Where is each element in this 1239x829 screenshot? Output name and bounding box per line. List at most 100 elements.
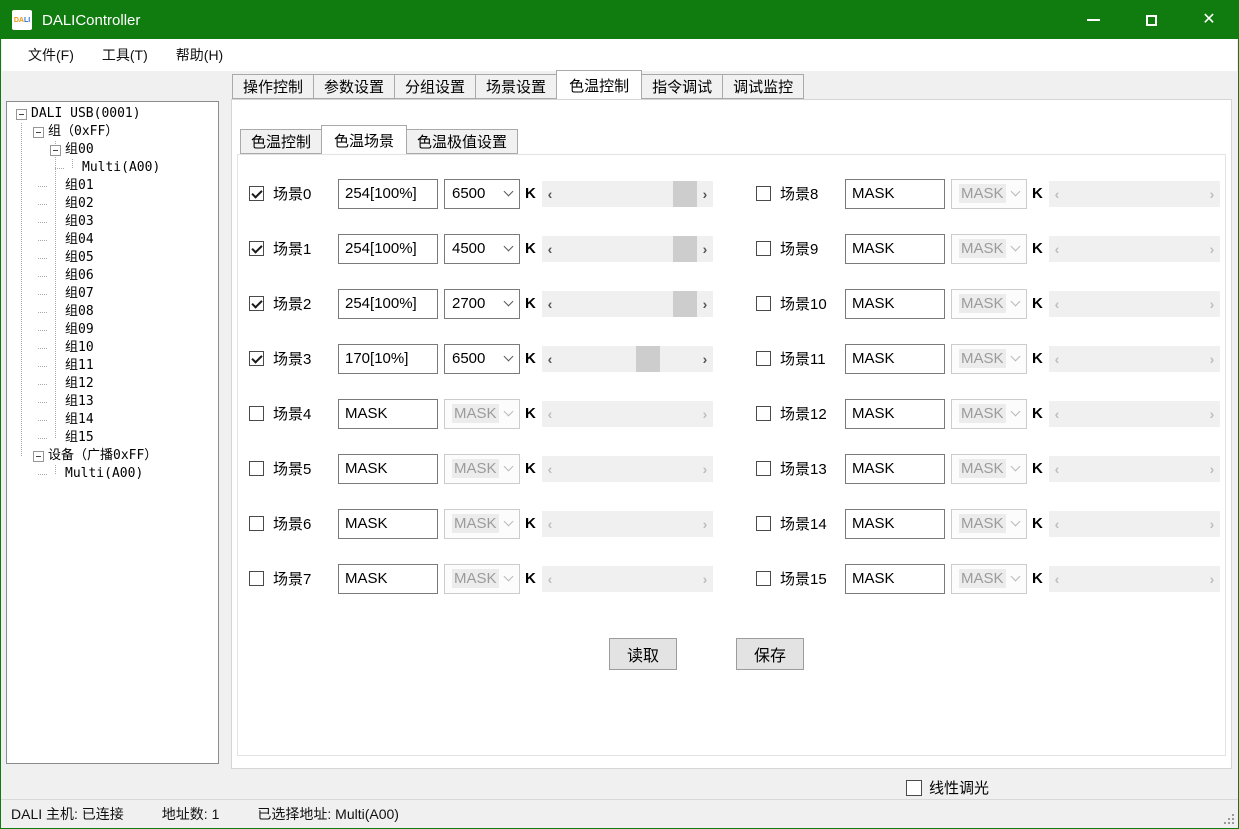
tab-operation-control[interactable]: 操作控制 — [232, 74, 314, 99]
scene-level-input[interactable] — [845, 289, 945, 319]
tree-item[interactable]: Multi(A00) — [7, 159, 218, 177]
scene-temp-dropdown[interactable]: MASK — [951, 179, 1027, 209]
menu-tools[interactable]: 工具(T) — [88, 40, 162, 70]
tree-item[interactable]: 组04 — [7, 231, 218, 249]
tree-item[interactable]: DALI USB(0001) — [7, 105, 218, 123]
scroll-right-icon[interactable]: › — [1204, 181, 1220, 207]
scroll-right-icon[interactable]: › — [1204, 456, 1220, 482]
scene-temp-dropdown[interactable]: MASK — [951, 454, 1027, 484]
scroll-right-icon[interactable]: › — [697, 291, 713, 317]
scroll-left-icon[interactable]: ‹ — [542, 236, 558, 262]
tab-color-temp-extremes[interactable]: 色温极值设置 — [406, 129, 518, 154]
tree-item[interactable]: 组12 — [7, 375, 218, 393]
scene-scrollbar[interactable]: ‹› — [542, 401, 713, 427]
scroll-right-icon[interactable]: › — [697, 566, 713, 592]
scene-level-input[interactable] — [338, 454, 438, 484]
scroll-right-icon[interactable]: › — [697, 181, 713, 207]
scroll-left-icon[interactable]: ‹ — [542, 456, 558, 482]
scroll-left-icon[interactable]: ‹ — [1049, 566, 1065, 592]
tab-grouping-settings[interactable]: 分组设置 — [394, 74, 476, 99]
scene-level-input[interactable] — [845, 234, 945, 264]
minimize-button[interactable] — [1064, 1, 1122, 39]
scene-level-input[interactable] — [845, 399, 945, 429]
resize-grip[interactable] — [1222, 812, 1234, 824]
scene-checkbox[interactable] — [756, 571, 771, 586]
save-button[interactable]: 保存 — [736, 638, 804, 670]
scene-scrollbar[interactable]: ‹› — [1049, 236, 1220, 262]
scrollbar-thumb[interactable] — [673, 181, 697, 207]
scene-checkbox[interactable] — [249, 516, 264, 531]
scroll-left-icon[interactable]: ‹ — [542, 511, 558, 537]
scroll-right-icon[interactable]: › — [1204, 401, 1220, 427]
scene-level-input[interactable] — [845, 454, 945, 484]
scroll-right-icon[interactable]: › — [697, 236, 713, 262]
scene-scrollbar[interactable]: ‹› — [1049, 291, 1220, 317]
scene-level-input[interactable] — [845, 509, 945, 539]
scene-temp-dropdown[interactable]: MASK — [951, 234, 1027, 264]
tab-parameter-settings[interactable]: 参数设置 — [313, 74, 395, 99]
maximize-button[interactable] — [1122, 1, 1180, 39]
scene-checkbox[interactable] — [249, 461, 264, 476]
scene-level-input[interactable] — [845, 564, 945, 594]
scene-checkbox[interactable] — [249, 296, 264, 311]
scene-checkbox[interactable] — [756, 516, 771, 531]
tree-item[interactable]: 组（0xFF） — [7, 123, 218, 141]
scroll-left-icon[interactable]: ‹ — [1049, 181, 1065, 207]
close-button[interactable]: ✕ — [1180, 1, 1238, 39]
tree-item[interactable]: 组11 — [7, 357, 218, 375]
scroll-left-icon[interactable]: ‹ — [1049, 291, 1065, 317]
scroll-right-icon[interactable]: › — [1204, 236, 1220, 262]
scene-scrollbar[interactable]: ‹› — [1049, 346, 1220, 372]
scene-scrollbar[interactable]: ‹› — [542, 181, 713, 207]
scene-temp-dropdown[interactable]: MASK — [444, 399, 520, 429]
scroll-right-icon[interactable]: › — [697, 401, 713, 427]
scene-scrollbar[interactable]: ‹› — [542, 291, 713, 317]
scroll-right-icon[interactable]: › — [1204, 511, 1220, 537]
tab-color-temp-scene[interactable]: 色温场景 — [321, 125, 407, 154]
tree-item[interactable]: 组08 — [7, 303, 218, 321]
scene-scrollbar[interactable]: ‹› — [1049, 566, 1220, 592]
tree-item[interactable]: 组09 — [7, 321, 218, 339]
scene-level-input[interactable] — [338, 399, 438, 429]
scene-scrollbar[interactable]: ‹› — [542, 346, 713, 372]
scene-temp-dropdown[interactable]: 6500 — [444, 179, 520, 209]
scene-checkbox[interactable] — [249, 241, 264, 256]
tree-item[interactable]: 组03 — [7, 213, 218, 231]
scene-checkbox[interactable] — [249, 186, 264, 201]
scroll-left-icon[interactable]: ‹ — [542, 566, 558, 592]
tree-item[interactable]: 组07 — [7, 285, 218, 303]
scene-temp-dropdown[interactable]: 4500 — [444, 234, 520, 264]
scroll-left-icon[interactable]: ‹ — [1049, 236, 1065, 262]
scene-scrollbar[interactable]: ‹› — [542, 236, 713, 262]
scene-level-input[interactable] — [338, 289, 438, 319]
tab-command-debug[interactable]: 指令调试 — [641, 74, 723, 99]
scene-scrollbar[interactable]: ‹› — [542, 456, 713, 482]
tree-item[interactable]: 组02 — [7, 195, 218, 213]
scene-checkbox[interactable] — [756, 296, 771, 311]
scroll-right-icon[interactable]: › — [1204, 346, 1220, 372]
scene-level-input[interactable] — [845, 344, 945, 374]
read-button[interactable]: 读取 — [609, 638, 677, 670]
scene-level-input[interactable] — [338, 179, 438, 209]
scroll-left-icon[interactable]: ‹ — [542, 401, 558, 427]
scene-checkbox[interactable] — [756, 461, 771, 476]
scroll-left-icon[interactable]: ‹ — [1049, 456, 1065, 482]
scroll-right-icon[interactable]: › — [697, 346, 713, 372]
scroll-left-icon[interactable]: ‹ — [542, 291, 558, 317]
tree-item[interactable]: 组15 — [7, 429, 218, 447]
scene-scrollbar[interactable]: ‹› — [1049, 181, 1220, 207]
scene-scrollbar[interactable]: ‹› — [1049, 401, 1220, 427]
scene-checkbox[interactable] — [249, 351, 264, 366]
linear-dimming-checkbox[interactable] — [906, 780, 922, 796]
tree-item[interactable]: 组13 — [7, 393, 218, 411]
scene-temp-dropdown[interactable]: MASK — [951, 564, 1027, 594]
scene-level-input[interactable] — [338, 344, 438, 374]
scroll-left-icon[interactable]: ‹ — [1049, 346, 1065, 372]
scroll-right-icon[interactable]: › — [1204, 291, 1220, 317]
scene-scrollbar[interactable]: ‹› — [1049, 511, 1220, 537]
tree-expander-icon[interactable] — [50, 145, 61, 156]
tree-expander-icon[interactable] — [16, 109, 27, 120]
scroll-left-icon[interactable]: ‹ — [542, 346, 558, 372]
scene-checkbox[interactable] — [249, 406, 264, 421]
scroll-right-icon[interactable]: › — [697, 456, 713, 482]
